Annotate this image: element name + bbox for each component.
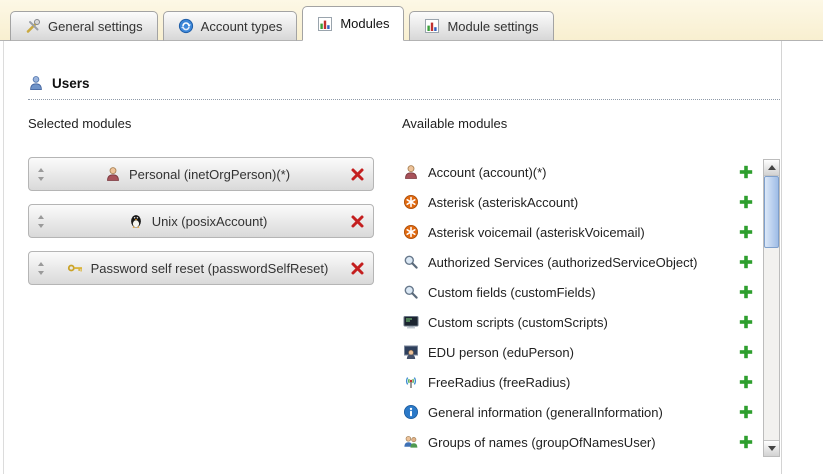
terminal-icon: [402, 314, 419, 330]
available-module-row: Asterisk voicemail (asteriskVoicemail): [402, 217, 753, 247]
available-module-row: Custom scripts (customScripts): [402, 307, 753, 337]
available-module-row: Authorized Services (authorizedServiceOb…: [402, 247, 753, 277]
delete-icon[interactable]: [350, 167, 365, 182]
arrow-down-icon: [768, 446, 776, 451]
available-module-label: Authorized Services (authorizedServiceOb…: [428, 255, 698, 270]
available-module-row: Asterisk (asteriskAccount): [402, 187, 753, 217]
modules-tab-panel: Users Selected modules: [0, 41, 823, 474]
modules-chart-icon: [424, 18, 440, 34]
available-module-label: Account (account)(*): [428, 165, 547, 180]
available-module-row: EDU person (eduPerson): [402, 337, 753, 367]
add-icon[interactable]: [739, 315, 753, 329]
tab-bar: General settings Account types: [0, 0, 823, 41]
selected-module-label: Password self reset (passwordSelfReset): [91, 261, 329, 276]
scrollbar-track[interactable]: [764, 248, 779, 440]
panel-right-border: [781, 41, 782, 474]
available-module-label: General information (generalInformation): [428, 405, 663, 420]
antenna-icon: [402, 374, 419, 390]
selected-module-label: Personal (inetOrgPerson)(*): [129, 167, 290, 182]
add-icon[interactable]: [739, 225, 753, 239]
modules-columns: Selected modules: [28, 116, 823, 457]
section-users-heading: Users: [28, 75, 780, 100]
user-icon: [28, 75, 44, 91]
tab-general-settings[interactable]: General settings: [10, 11, 158, 41]
tab-label: Module settings: [447, 19, 538, 34]
available-module-row: Custom fields (customFields): [402, 277, 753, 307]
asterisk-icon: [402, 194, 419, 210]
person-icon: [105, 166, 121, 182]
tab-label: Account types: [201, 19, 283, 34]
available-module-label: Custom scripts (customScripts): [428, 315, 608, 330]
add-icon[interactable]: [739, 285, 753, 299]
section-title: Users: [52, 76, 90, 91]
lam-config-page: General settings Account types: [0, 0, 823, 474]
tab-label: General settings: [48, 19, 143, 34]
available-module-row: Groups of names (groupOfNamesUser): [402, 427, 753, 457]
scrollbar-thumb[interactable]: [764, 176, 779, 248]
selected-modules-heading: Selected modules: [28, 116, 374, 131]
arrow-up-icon: [768, 165, 776, 170]
tools-icon: [25, 18, 41, 34]
add-icon[interactable]: [739, 345, 753, 359]
magnifier-icon: [402, 284, 419, 300]
person-icon: [402, 164, 419, 180]
tab-modules[interactable]: Modules: [302, 6, 404, 41]
selected-module-row[interactable]: Personal (inetOrgPerson)(*): [28, 157, 374, 191]
add-icon[interactable]: [739, 195, 753, 209]
selected-module-label: Unix (posixAccount): [152, 214, 268, 229]
drag-handle-icon[interactable]: [37, 167, 45, 182]
add-icon[interactable]: [739, 435, 753, 449]
available-module-label: FreeRadius (freeRadius): [428, 375, 570, 390]
panel-left-border: [3, 41, 4, 474]
available-module-row: FreeRadius (freeRadius): [402, 367, 753, 397]
available-module-row: General information (generalInformation): [402, 397, 753, 427]
tab-account-types[interactable]: Account types: [163, 11, 298, 41]
available-module-label: Asterisk voicemail (asteriskVoicemail): [428, 225, 645, 240]
tab-module-settings[interactable]: Module settings: [409, 11, 553, 41]
scroll-down-button[interactable]: [764, 440, 779, 456]
add-icon[interactable]: [739, 255, 753, 269]
available-module-row: Account (account)(*): [402, 157, 753, 187]
available-modules-list: Account (account)(*): [402, 157, 780, 457]
scrollbar[interactable]: [763, 159, 780, 457]
tux-penguin-icon: [128, 213, 144, 229]
group-icon: [402, 434, 419, 450]
magnifier-icon: [402, 254, 419, 270]
drag-handle-icon[interactable]: [37, 261, 45, 276]
edu-person-icon: [402, 344, 419, 360]
add-icon[interactable]: [739, 405, 753, 419]
account-types-icon: [178, 18, 194, 34]
key-icon: [67, 260, 83, 276]
delete-icon[interactable]: [350, 261, 365, 276]
selected-modules-column: Selected modules: [28, 116, 374, 457]
tab-label: Modules: [340, 16, 389, 31]
add-icon[interactable]: [739, 375, 753, 389]
available-module-label: Custom fields (customFields): [428, 285, 596, 300]
drag-handle-icon[interactable]: [37, 214, 45, 229]
add-icon[interactable]: [739, 165, 753, 179]
scroll-up-button[interactable]: [764, 160, 779, 176]
available-module-label: Asterisk (asteriskAccount): [428, 195, 578, 210]
info-icon: [402, 404, 419, 420]
asterisk-icon: [402, 224, 419, 240]
available-module-label: EDU person (eduPerson): [428, 345, 574, 360]
available-modules-column: Available modules Account (account)(*): [402, 116, 780, 457]
delete-icon[interactable]: [350, 214, 365, 229]
available-modules-heading: Available modules: [402, 116, 780, 131]
modules-chart-icon: [317, 16, 333, 32]
selected-module-row[interactable]: Unix (posixAccount): [28, 204, 374, 238]
selected-module-row[interactable]: Password self reset (passwordSelfReset): [28, 251, 374, 285]
available-module-label: Groups of names (groupOfNamesUser): [428, 435, 656, 450]
